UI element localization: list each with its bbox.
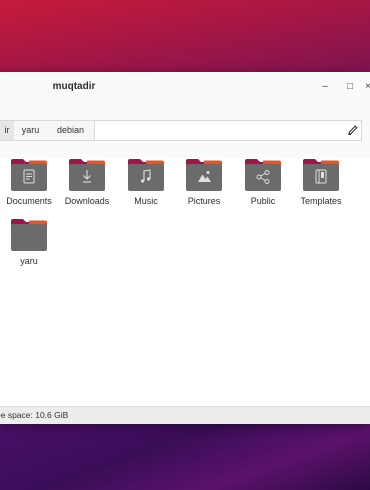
file-item-public[interactable]: Public [234,158,292,216]
file-item-downloads[interactable]: Downloads [58,158,116,216]
title-area: muqtadir [0,72,148,102]
file-label: Downloads [64,196,110,206]
share-folder-icon [245,159,281,191]
free-space-label: ee space: 10.6 GiB [0,410,69,420]
folder-icon [11,219,47,251]
file-label: Pictures [187,196,221,206]
file-label: yaru [20,256,38,266]
minimize-button[interactable]: – [318,80,332,94]
file-item-templates[interactable]: Templates [292,158,350,216]
file-item-pictures[interactable]: Pictures [175,158,233,216]
desktop-wallpaper-top [0,0,370,72]
file-manager-window: muqtadir – □ × ir yaru debian Documents … [0,72,370,424]
templates-folder-icon [303,159,339,191]
file-grid: Documents Downloads Music Pictures Publi… [0,158,370,398]
download-folder-icon [69,159,105,191]
crumb-current[interactable]: ir [0,121,15,140]
toolbar: ir yaru debian [0,102,370,158]
pencil-icon[interactable] [347,124,359,136]
status-bar: ee space: 10.6 GiB [0,406,370,424]
crumb-yaru[interactable]: yaru [14,121,48,140]
maximize-button[interactable]: □ [343,80,357,94]
file-item-documents[interactable]: Documents [0,158,58,216]
window-title: muqtadir [52,81,96,92]
path-bar[interactable]: ir yaru debian [0,120,362,141]
file-label: Music [134,196,158,206]
titlebar[interactable]: muqtadir – □ × [0,72,370,103]
file-item-yaru[interactable]: yaru [0,218,58,276]
file-item-music[interactable]: Music [117,158,175,216]
file-label: Templates [300,196,342,206]
music-folder-icon [128,159,164,191]
desktop-wallpaper-bottom [0,424,370,490]
crumb-debian[interactable]: debian [47,121,95,140]
file-label: Public [250,196,276,206]
document-folder-icon [11,159,47,191]
pictures-folder-icon [186,159,222,191]
file-label: Documents [6,196,52,206]
close-button[interactable]: × [364,80,370,94]
